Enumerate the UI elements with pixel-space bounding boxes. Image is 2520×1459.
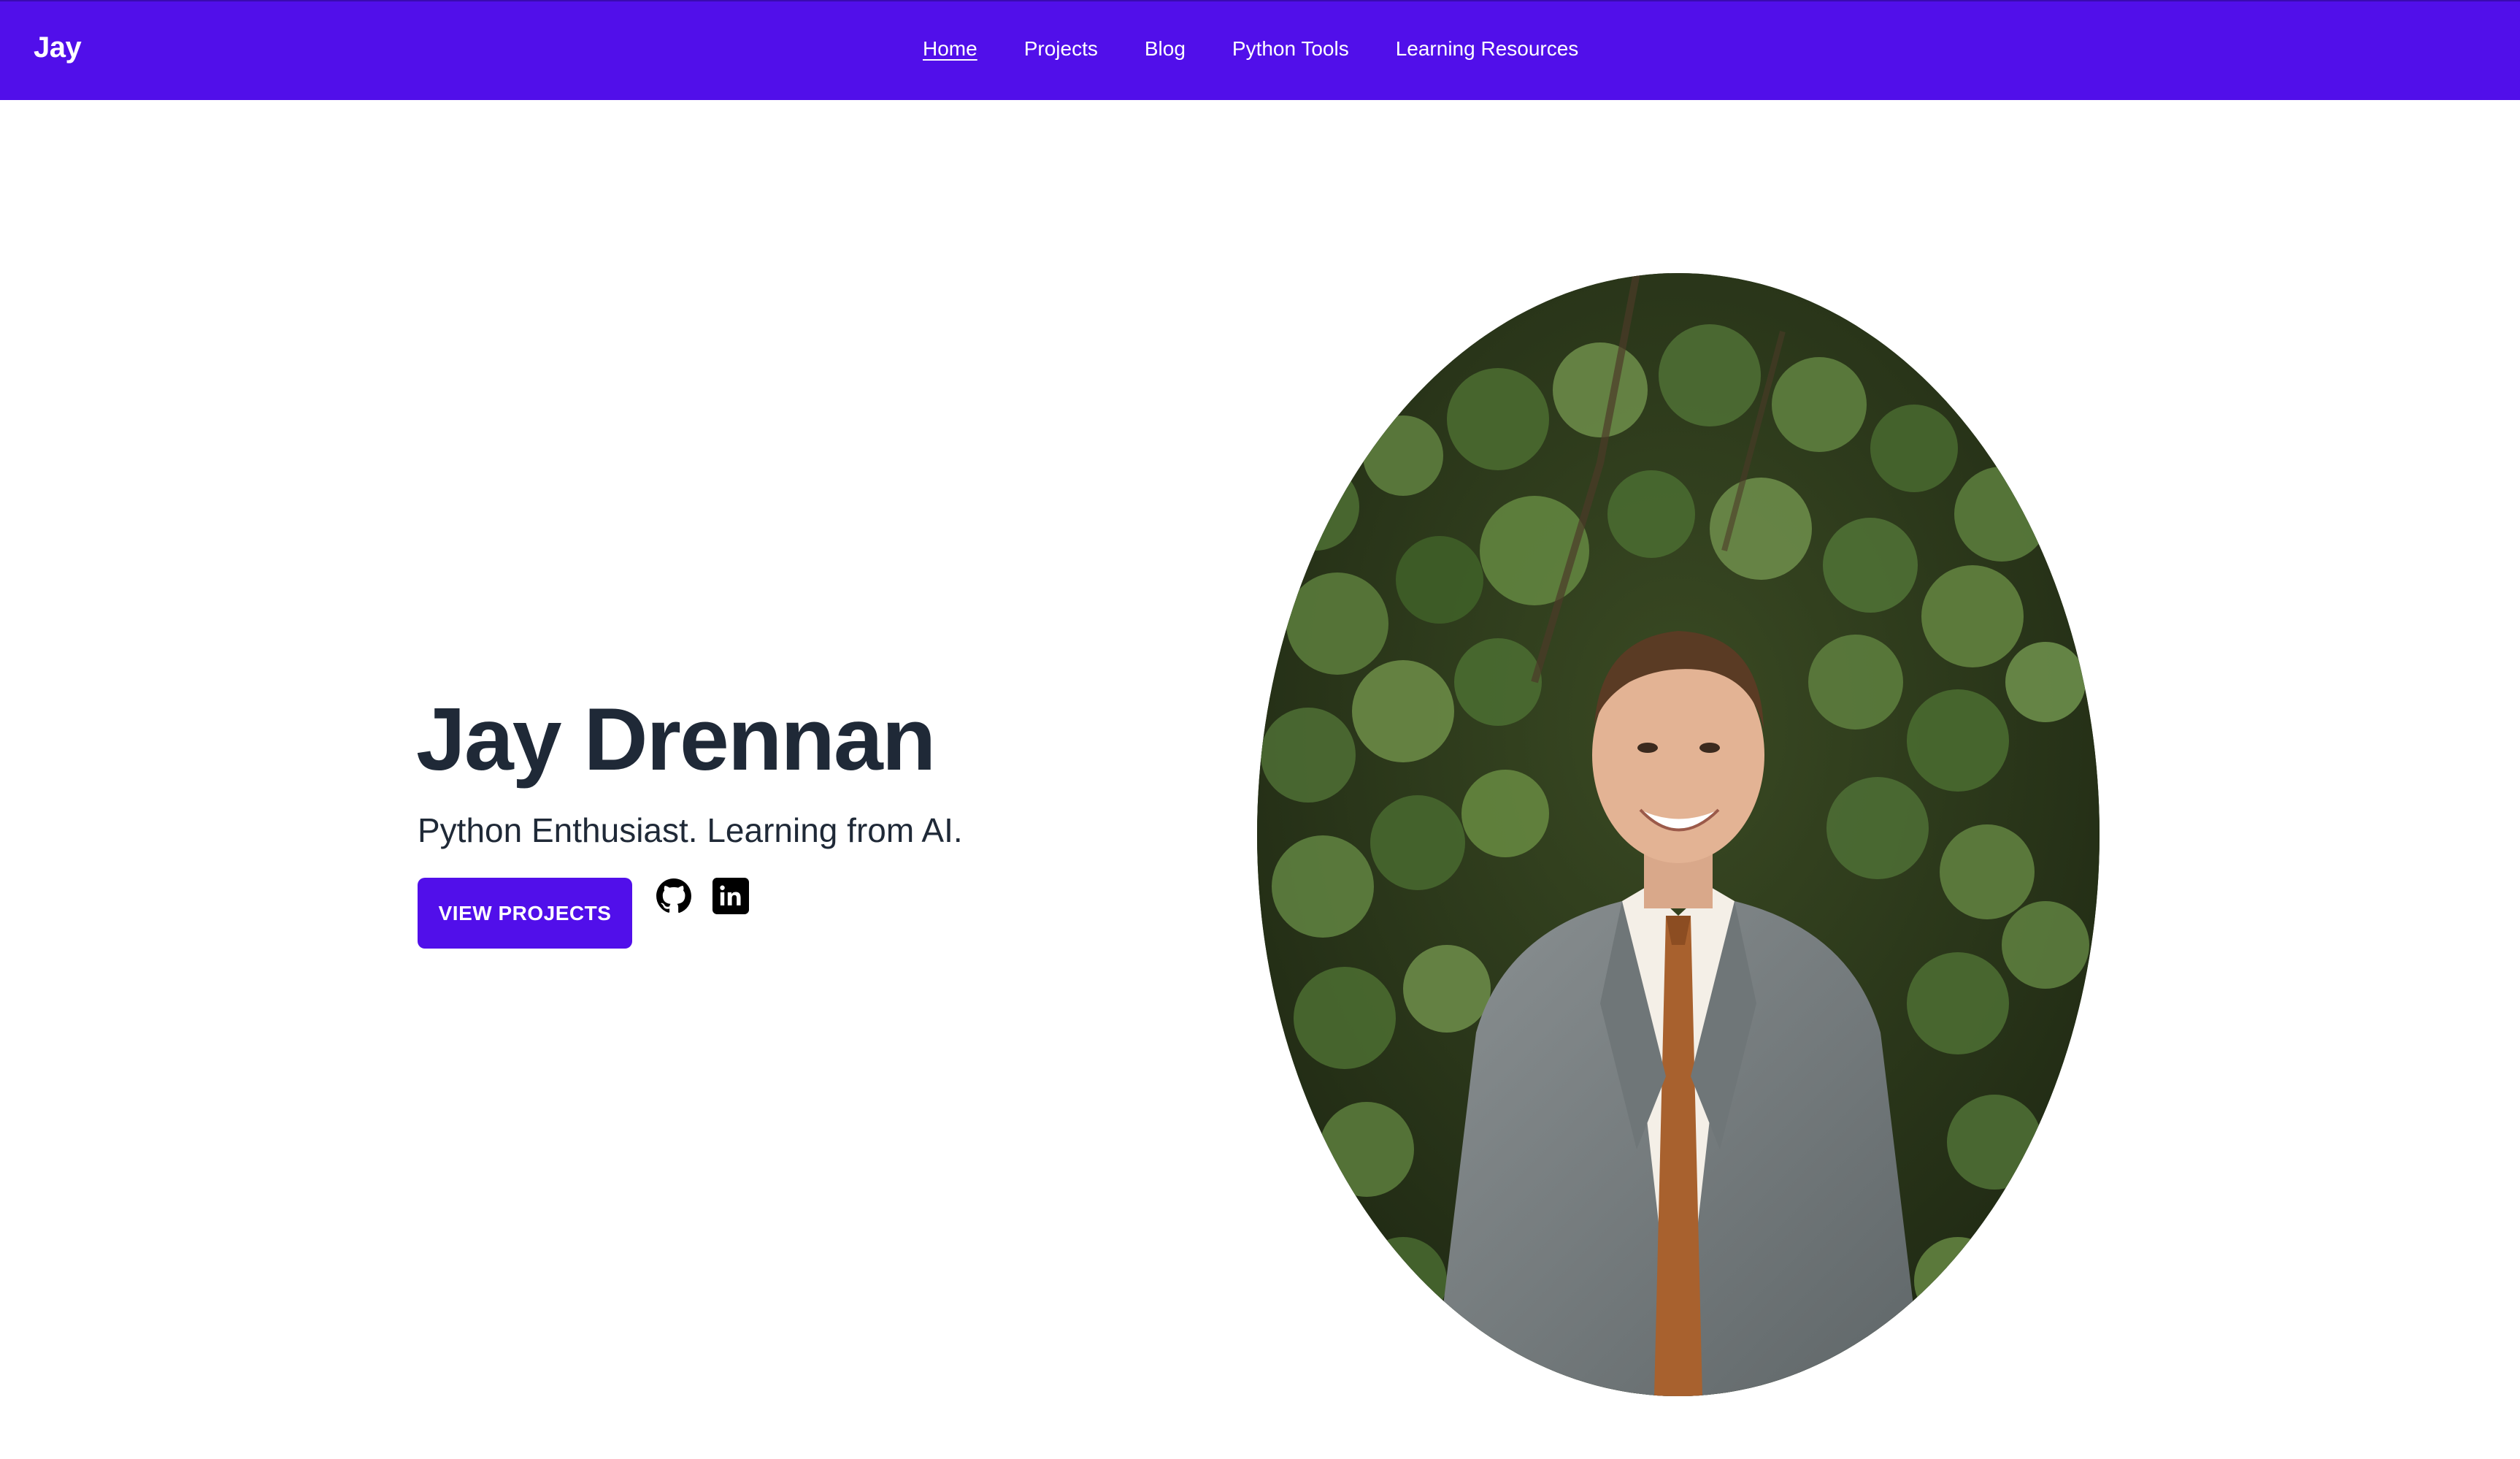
linkedin-link[interactable] <box>712 878 749 914</box>
nav-link-home[interactable]: Home <box>923 37 977 61</box>
linkedin-icon <box>712 878 749 914</box>
hero-subtitle: Python Enthusiast. Learning from AI. <box>418 811 963 849</box>
main-nav: Home Projects Blog Python Tools Learning… <box>923 37 1578 61</box>
hero-title: Jay Drennan <box>416 689 936 789</box>
top-navbar: Jay Home Projects Blog Python Tools Lear… <box>0 0 2520 100</box>
nav-link-python-tools[interactable]: Python Tools <box>1232 37 1349 61</box>
github-icon <box>656 878 691 914</box>
nav-link-learning-resources[interactable]: Learning Resources <box>1396 37 1579 61</box>
view-projects-button[interactable]: VIEW PROJECTS <box>418 878 632 949</box>
hero-actions: VIEW PROJECTS <box>418 878 749 949</box>
profile-photo <box>1257 273 2100 1396</box>
github-link[interactable] <box>656 878 692 914</box>
brand-logo[interactable]: Jay <box>34 31 82 64</box>
profile-photo-illustration <box>1257 273 2100 1396</box>
nav-link-blog[interactable]: Blog <box>1145 37 1186 61</box>
nav-link-projects[interactable]: Projects <box>1024 37 1098 61</box>
